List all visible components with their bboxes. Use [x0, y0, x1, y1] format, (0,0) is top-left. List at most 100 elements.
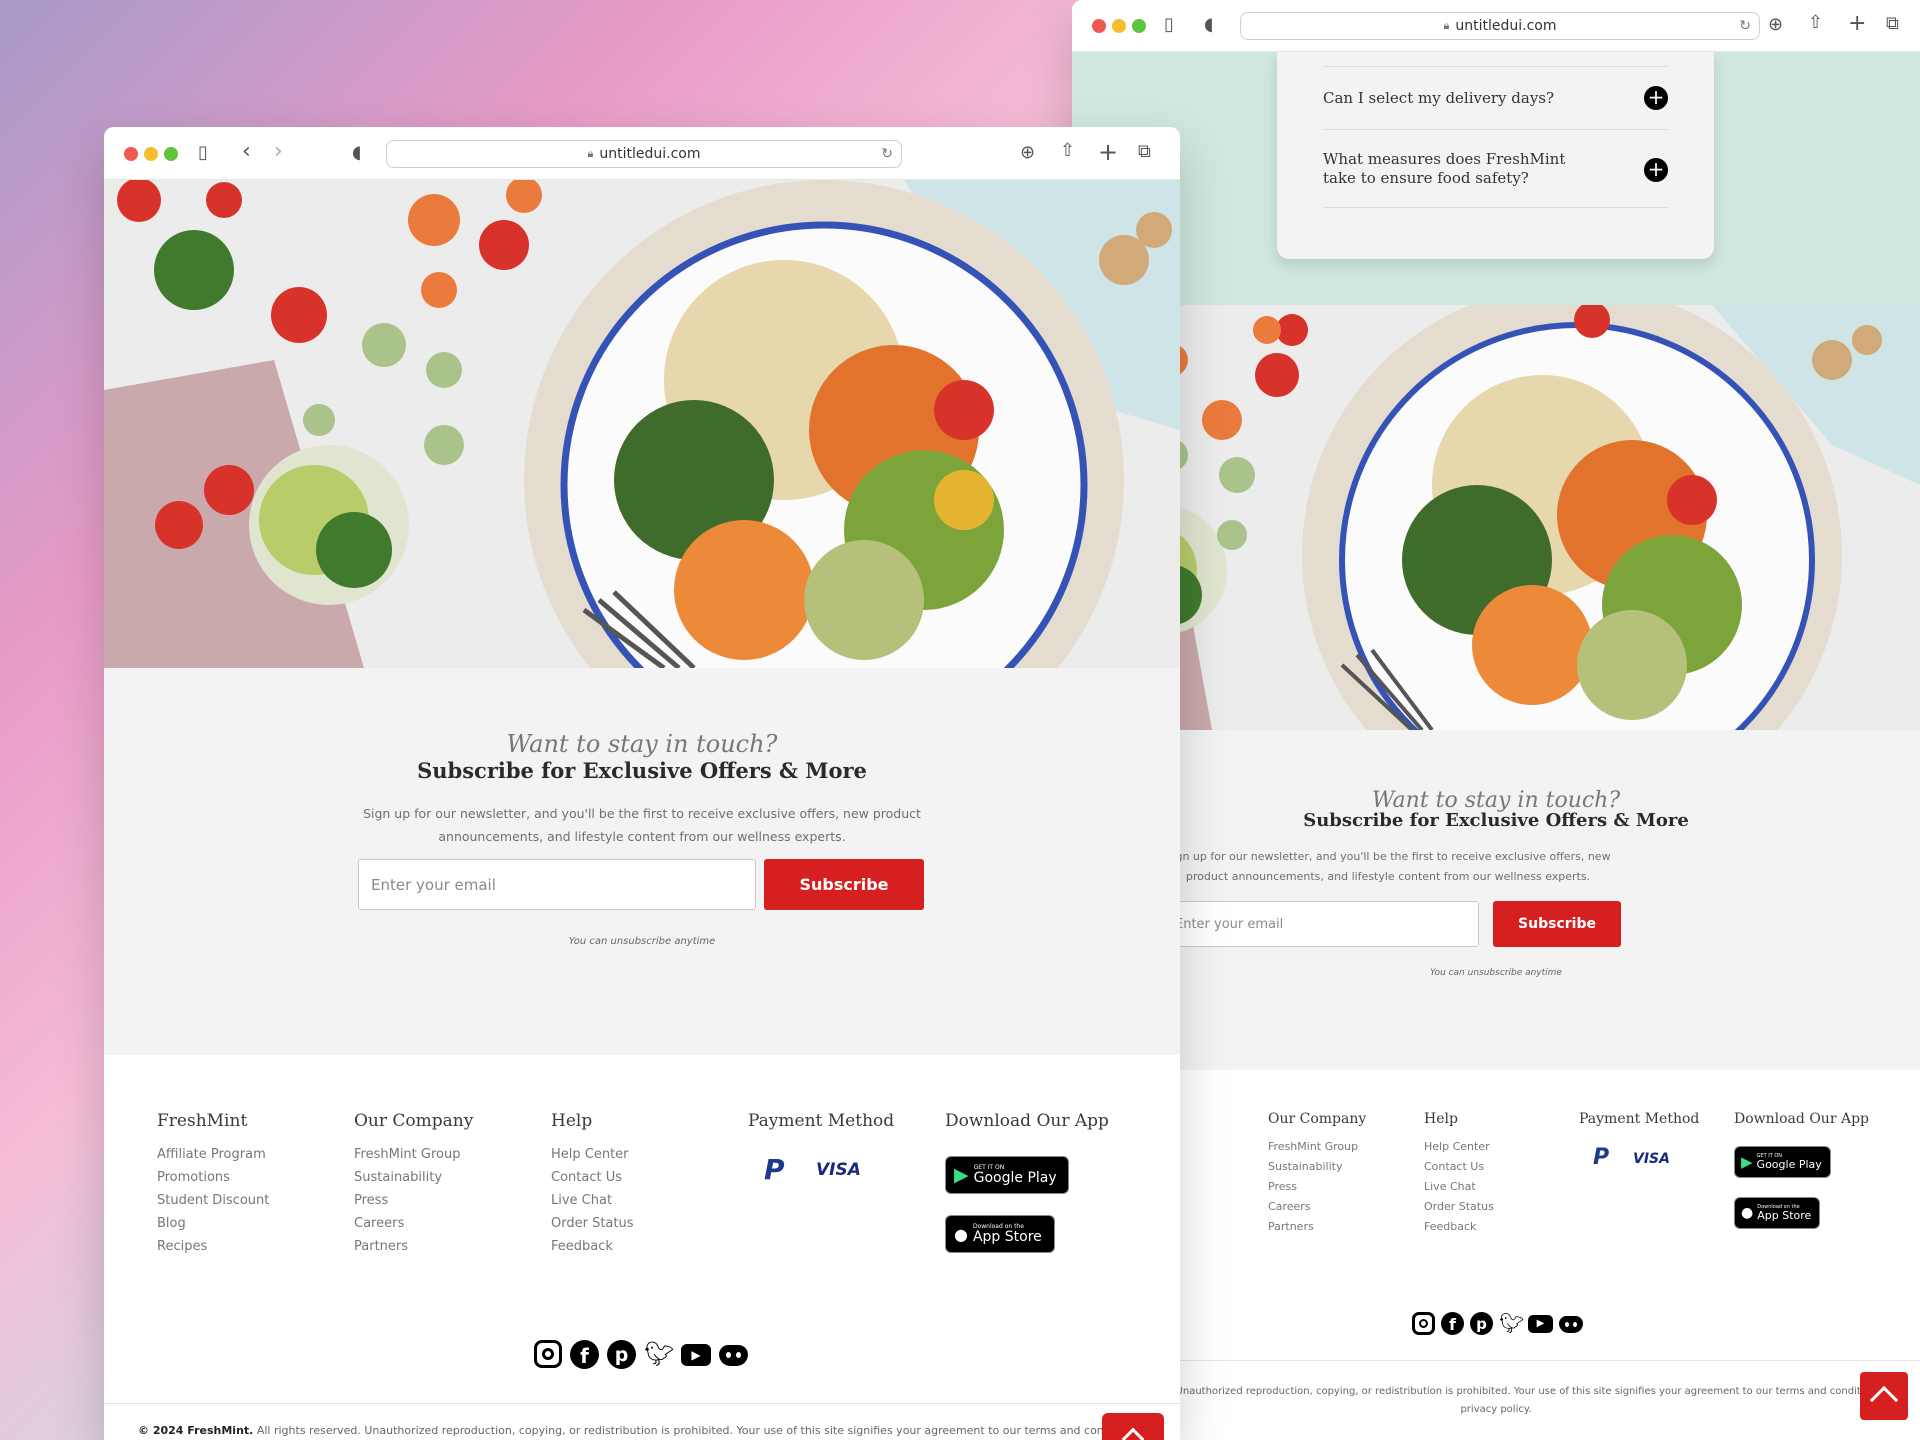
visa-icon: VISA	[1633, 1151, 1670, 1167]
minimize-window-button[interactable]	[1112, 19, 1126, 33]
share-icon[interactable]: ⇧	[1060, 142, 1075, 160]
footer: am unt Our Company FreshMint Group Susta…	[1072, 1070, 1920, 1440]
plus-icon[interactable]: +	[1644, 158, 1668, 182]
footer: FreshMint Affiliate Program Promotions S…	[104, 1055, 1180, 1440]
new-tab-icon[interactable]: +	[1098, 140, 1118, 164]
footer-link[interactable]: Careers	[354, 1212, 473, 1235]
footer-link[interactable]: Recipes	[157, 1235, 269, 1258]
unsubscribe-note: You can unsubscribe anytime	[568, 936, 716, 947]
footer-link[interactable]: Careers	[1268, 1197, 1366, 1217]
footer-link[interactable]: FreshMint Group	[354, 1143, 473, 1166]
faq-section: Can I select my delivery days? + What me…	[1072, 52, 1920, 305]
email-input[interactable]: Enter your email	[358, 859, 756, 910]
facebook-icon[interactable]: f	[570, 1340, 599, 1369]
chevron-up-icon	[1869, 1385, 1899, 1415]
app-title: Download Our App	[945, 1111, 1109, 1131]
faq-item[interactable]: What measures does FreshMint take to ens…	[1323, 130, 1668, 208]
lock-icon: 🔒︎	[587, 147, 594, 160]
footer-link[interactable]: Student Discount	[157, 1189, 269, 1212]
google-play-badge[interactable]: ▶ GET IT ON Google Play	[1734, 1146, 1831, 1178]
download-icon[interactable]: ⊕	[1768, 16, 1783, 34]
footer-link[interactable]: Partners	[1268, 1217, 1366, 1237]
instagram-icon[interactable]	[1412, 1312, 1435, 1335]
apple-icon: ●	[954, 1224, 968, 1244]
footer-link[interactable]: Help Center	[551, 1143, 634, 1166]
tabs-overview-icon[interactable]: ⧉	[1138, 143, 1151, 161]
newsletter-section: Want to stay in touch? Subscribe for Exc…	[1072, 730, 1920, 1070]
footer-link[interactable]: Sustainability	[1268, 1157, 1366, 1177]
faq-card: Can I select my delivery days? + What me…	[1277, 52, 1714, 259]
close-window-button[interactable]	[1092, 19, 1106, 33]
footer-link[interactable]: Affiliate Program	[157, 1143, 269, 1166]
address-bar[interactable]: 🔒︎ untitledui.com ↻	[1240, 12, 1760, 40]
copyright-brand: © 2024 FreshMint.	[138, 1424, 254, 1437]
google-play-text: Google Play	[973, 1170, 1057, 1186]
footer-link[interactable]: Press	[354, 1189, 473, 1212]
footer-link[interactable]: Contact Us	[551, 1166, 634, 1189]
footer-link[interactable]: Contact Us	[1424, 1157, 1494, 1177]
footer-link[interactable]: Sustainability	[354, 1166, 473, 1189]
subscribe-button[interactable]: Subscribe	[1493, 901, 1621, 947]
footer-link[interactable]: Feedback	[1424, 1217, 1494, 1237]
footer-link[interactable]: Order Status	[1424, 1197, 1494, 1217]
youtube-icon[interactable]: ▶	[1528, 1315, 1553, 1333]
footer-link[interactable]: Partners	[354, 1235, 473, 1258]
subscribe-button[interactable]: Subscribe	[764, 859, 924, 910]
zoom-window-button[interactable]	[164, 147, 178, 161]
chevron-up-icon	[1121, 1427, 1145, 1440]
close-window-button[interactable]	[124, 147, 138, 161]
footer-link[interactable]: Blog	[157, 1212, 269, 1235]
footer-link[interactable]: Press	[1268, 1177, 1366, 1197]
download-icon[interactable]: ⊕	[1020, 144, 1035, 162]
shield-icon[interactable]: ◖	[1204, 16, 1213, 34]
footer-link[interactable]: Live Chat	[551, 1189, 634, 1212]
footer-link[interactable]: Order Status	[551, 1212, 634, 1235]
share-icon[interactable]: ⇧	[1808, 14, 1823, 32]
forward-arrow-icon[interactable]: ›	[274, 141, 283, 163]
reload-icon[interactable]: ↻	[881, 146, 893, 162]
footer-link[interactable]: Help Center	[1424, 1137, 1494, 1157]
newsletter-title: Subscribe for Exclusive Offers & More	[1303, 810, 1689, 831]
plus-icon[interactable]: +	[1644, 86, 1668, 110]
facebook-icon[interactable]: f	[1441, 1312, 1464, 1335]
paypal-icon: P	[1593, 1145, 1610, 1170]
youtube-icon[interactable]: ▶	[681, 1344, 711, 1366]
footer-link[interactable]: FreshMint Group	[1268, 1137, 1366, 1157]
shield-icon[interactable]: ◖	[352, 144, 361, 162]
back-to-top-button[interactable]	[1860, 1372, 1908, 1420]
sidebar-icon[interactable]: ▯	[198, 144, 208, 162]
url-text: untitledui.com	[599, 146, 701, 162]
address-bar[interactable]: 🔒︎ untitledui.com ↻	[386, 140, 902, 168]
app-store-badge[interactable]: ● Download on the App Store	[945, 1215, 1055, 1253]
faq-item[interactable]: Can I select my delivery days? +	[1323, 67, 1668, 130]
app-store-badge[interactable]: ● Download on the App Store	[1734, 1197, 1820, 1229]
back-to-top-button[interactable]	[1102, 1413, 1164, 1440]
minimize-window-button[interactable]	[144, 147, 158, 161]
footer-column-company: Our Company FreshMint Group Sustainabili…	[354, 1111, 473, 1258]
sidebar-icon[interactable]: ▯	[1164, 16, 1174, 34]
footer-column-title: Help	[551, 1111, 593, 1131]
discord-icon[interactable]	[719, 1345, 748, 1366]
back-arrow-icon[interactable]: ‹	[242, 141, 251, 163]
pinterest-icon[interactable]: p	[607, 1340, 636, 1369]
pinterest-icon[interactable]: p	[1470, 1312, 1493, 1335]
reload-icon[interactable]: ↻	[1739, 18, 1751, 34]
footer-link[interactable]: Live Chat	[1424, 1177, 1494, 1197]
twitter-icon[interactable]: 🐦︎	[644, 1340, 674, 1369]
lock-icon: 🔒︎	[1443, 19, 1450, 32]
google-play-badge[interactable]: ▶ GET IT ON Google Play	[945, 1156, 1069, 1194]
footer-link[interactable]: Feedback	[551, 1235, 634, 1258]
footer-link[interactable]: Promotions	[157, 1166, 269, 1189]
footer-column-title: Our Company	[1268, 1111, 1367, 1127]
twitter-icon[interactable]: 🐦︎	[1499, 1312, 1524, 1335]
instagram-icon[interactable]	[534, 1340, 562, 1368]
tabs-overview-icon[interactable]: ⧉	[1886, 15, 1899, 33]
new-tab-icon[interactable]: +	[1848, 13, 1866, 35]
unsubscribe-note: You can unsubscribe anytime	[1430, 968, 1562, 978]
email-input[interactable]: Enter your email	[1164, 901, 1479, 947]
footer-column-title: Help	[1424, 1111, 1458, 1127]
zoom-window-button[interactable]	[1132, 19, 1146, 33]
footer-column-app: Download Our App ▶ GET IT ON Google Play…	[945, 1111, 1109, 1253]
discord-icon[interactable]	[1559, 1316, 1583, 1333]
footer-column-freshmint: FreshMint Affiliate Program Promotions S…	[157, 1111, 269, 1258]
